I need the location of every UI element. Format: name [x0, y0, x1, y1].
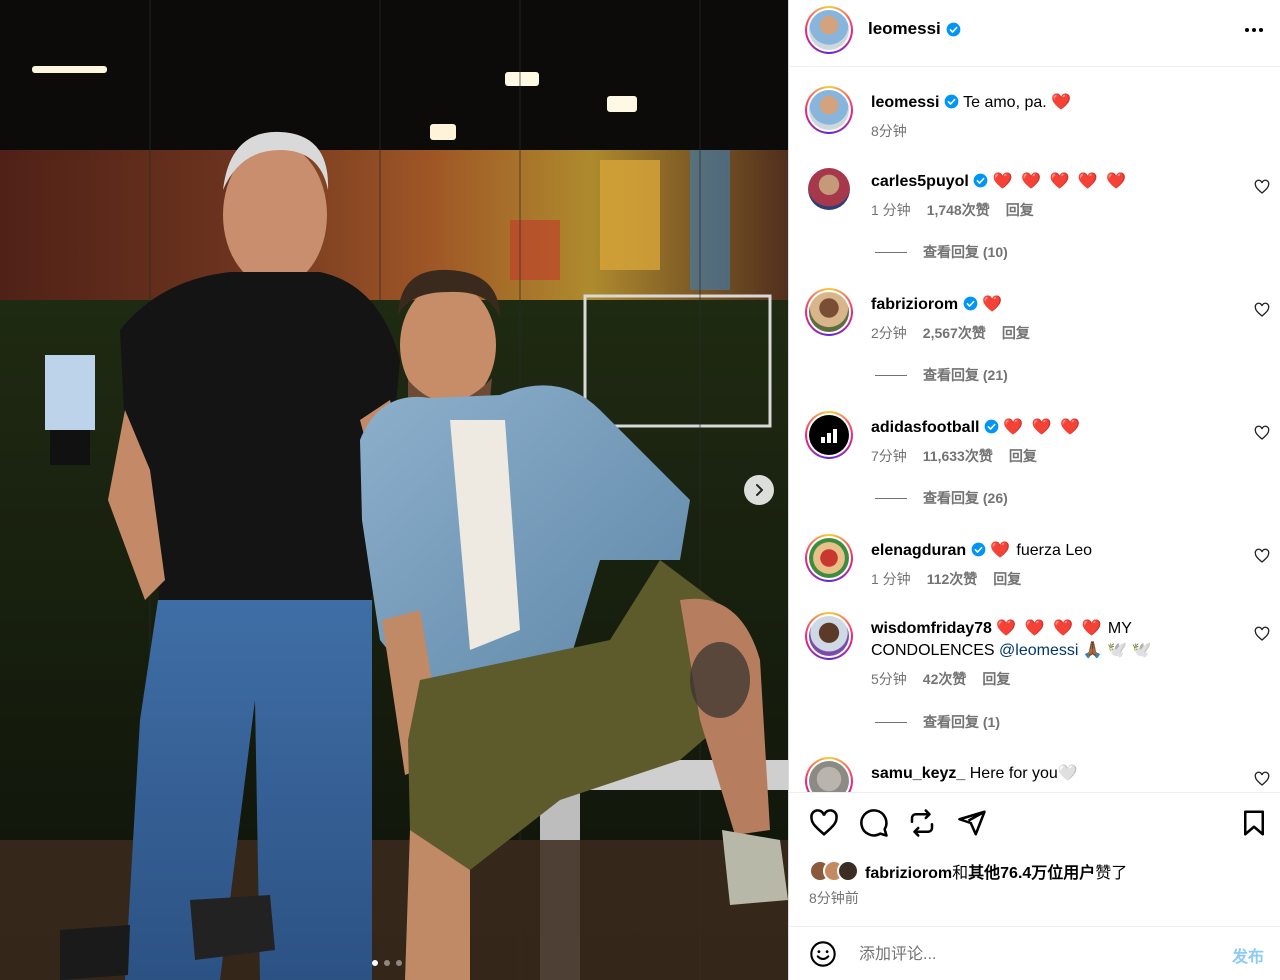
- comment-time: 2分钟: [871, 325, 907, 341]
- add-comment-bar: 发布: [789, 926, 1280, 980]
- comment-likes[interactable]: 1,748次赞: [927, 199, 990, 221]
- like-comment-heart-icon[interactable]: [1254, 179, 1270, 195]
- commenter-avatar[interactable]: [805, 757, 853, 792]
- caption-username[interactable]: leomessi: [871, 94, 939, 111]
- commenter-avatar[interactable]: [808, 168, 850, 210]
- liked-by-others[interactable]: 其他76.4万位用户: [968, 865, 1095, 882]
- repost-icon[interactable]: [907, 808, 937, 838]
- comment-likes[interactable]: 42次赞: [923, 668, 967, 690]
- view-replies-button[interactable]: 查看回复 (21): [875, 365, 1008, 385]
- like-heart-icon[interactable]: [809, 808, 839, 838]
- comment-time: 5分钟: [871, 671, 907, 687]
- commenter-avatar[interactable]: [805, 411, 853, 459]
- view-replies-label: 查看回复 (1): [923, 714, 1000, 730]
- verified-badge-icon: [973, 173, 988, 188]
- like-comment-heart-icon[interactable]: [1254, 302, 1270, 318]
- comment-username[interactable]: elenagduran: [871, 542, 966, 559]
- photo-scene: [0, 0, 788, 980]
- comment-bubble-icon[interactable]: [859, 808, 889, 838]
- comment-emoji-suffix: 🙏🏾 🕊️ 🕊️: [1082, 642, 1152, 659]
- slide-indicator: [372, 960, 402, 966]
- comment-text: ❤️ ❤️ ❤️: [1003, 419, 1083, 436]
- reply-button[interactable]: 回复: [1009, 445, 1037, 467]
- view-replies-label: 查看回复 (26): [923, 490, 1008, 506]
- author-avatar[interactable]: [805, 86, 853, 134]
- comment-text: Here for you🤍: [969, 765, 1078, 782]
- slide-dot-active: [372, 960, 378, 966]
- comment-input[interactable]: [859, 943, 1209, 967]
- view-replies-button[interactable]: 查看回复 (10): [875, 242, 1008, 262]
- comment-likes[interactable]: 112次赞: [927, 568, 978, 590]
- author-avatar[interactable]: [805, 6, 853, 54]
- post-photo[interactable]: [0, 0, 788, 980]
- slide-dot: [396, 960, 402, 966]
- liked-by-summary[interactable]: fabriziorom和其他76.4万位用户赞了: [809, 859, 1127, 883]
- comment-username[interactable]: carles5puyol: [871, 173, 969, 190]
- caption-time: 8分钟: [871, 123, 907, 139]
- view-replies-button[interactable]: 查看回复 (26): [875, 488, 1008, 508]
- comment-text: ❤️: [982, 296, 1004, 313]
- comment-text: fuerza Leo: [1016, 542, 1093, 559]
- adidas-logo-icon: [821, 429, 837, 443]
- caption-text: Te amo, pa. ❤️: [963, 94, 1072, 111]
- reply-button[interactable]: 回复: [982, 668, 1010, 690]
- save-bookmark-icon[interactable]: [1239, 808, 1269, 838]
- like-comment-heart-icon[interactable]: [1254, 626, 1270, 642]
- author-username[interactable]: leomessi: [868, 19, 941, 39]
- verified-badge-icon: [984, 419, 999, 434]
- comments-list[interactable]: leomessi Te amo, pa. ❤️ 8分钟 carles5puyol…: [789, 68, 1280, 792]
- reply-button[interactable]: 回复: [1006, 199, 1034, 221]
- view-replies-button[interactable]: 查看回复 (1): [875, 712, 1000, 732]
- commenter-avatar[interactable]: [805, 612, 853, 660]
- share-paper-plane-icon[interactable]: [957, 808, 987, 838]
- comment-time: 1 分钟: [871, 571, 911, 587]
- reply-button[interactable]: 回复: [1002, 322, 1030, 344]
- post-time: 8分钟前: [809, 890, 859, 906]
- view-replies-label: 查看回复 (10): [923, 244, 1008, 260]
- verified-badge-icon: [971, 542, 985, 557]
- verified-badge-icon: [963, 296, 977, 311]
- verified-badge-icon: [944, 94, 959, 109]
- comment-username[interactable]: fabriziorom: [871, 296, 958, 313]
- comment-mention-link[interactable]: @leomessi: [999, 642, 1078, 659]
- comment-likes[interactable]: 2,567次赞: [923, 322, 986, 344]
- post-header: leomessi: [789, 0, 1280, 67]
- emoji-icon[interactable]: [809, 940, 837, 968]
- liked-by-suffix: 赞了: [1095, 865, 1128, 882]
- comment-username[interactable]: wisdomfriday78: [871, 620, 992, 637]
- post-comment-button[interactable]: 发布: [1232, 943, 1264, 967]
- view-replies-label: 查看回复 (21): [923, 367, 1008, 383]
- like-comment-heart-icon[interactable]: [1254, 548, 1270, 564]
- comment-text: ❤️ ❤️ ❤️ ❤️ ❤️: [992, 173, 1129, 190]
- comment-username[interactable]: samu_keyz_: [871, 765, 965, 782]
- next-slide-button[interactable]: [744, 475, 774, 505]
- commenter-avatar[interactable]: [805, 534, 853, 582]
- like-comment-heart-icon[interactable]: [1254, 771, 1270, 787]
- post-actions: fabriziorom和其他76.4万位用户赞了 8分钟前: [789, 792, 1280, 926]
- verified-badge-icon: [946, 22, 961, 36]
- reply-button[interactable]: 回复: [993, 568, 1021, 590]
- chevron-right-icon: [756, 484, 763, 496]
- like-comment-heart-icon[interactable]: [1254, 425, 1270, 441]
- comment-username[interactable]: adidasfootball: [871, 419, 979, 436]
- comment-time: 7分钟: [871, 448, 907, 464]
- liked-by-connector: 和: [952, 865, 969, 882]
- slide-dot: [384, 960, 390, 966]
- more-options-button[interactable]: [1240, 18, 1268, 42]
- commenter-avatar[interactable]: [805, 288, 853, 336]
- comment-emoji: ❤️ ❤️ ❤️ ❤️: [996, 620, 1104, 637]
- comment-likes[interactable]: 11,633次赞: [923, 445, 993, 467]
- liker-avatar: [837, 860, 859, 882]
- comment-time: 1 分钟: [871, 202, 911, 218]
- comment-emoji: ❤️: [990, 542, 1012, 559]
- liked-by-first-user[interactable]: fabriziorom: [865, 865, 952, 882]
- post-side-panel: leomessi leomessi Te amo, pa. ❤️ 8分钟 car…: [788, 0, 1280, 980]
